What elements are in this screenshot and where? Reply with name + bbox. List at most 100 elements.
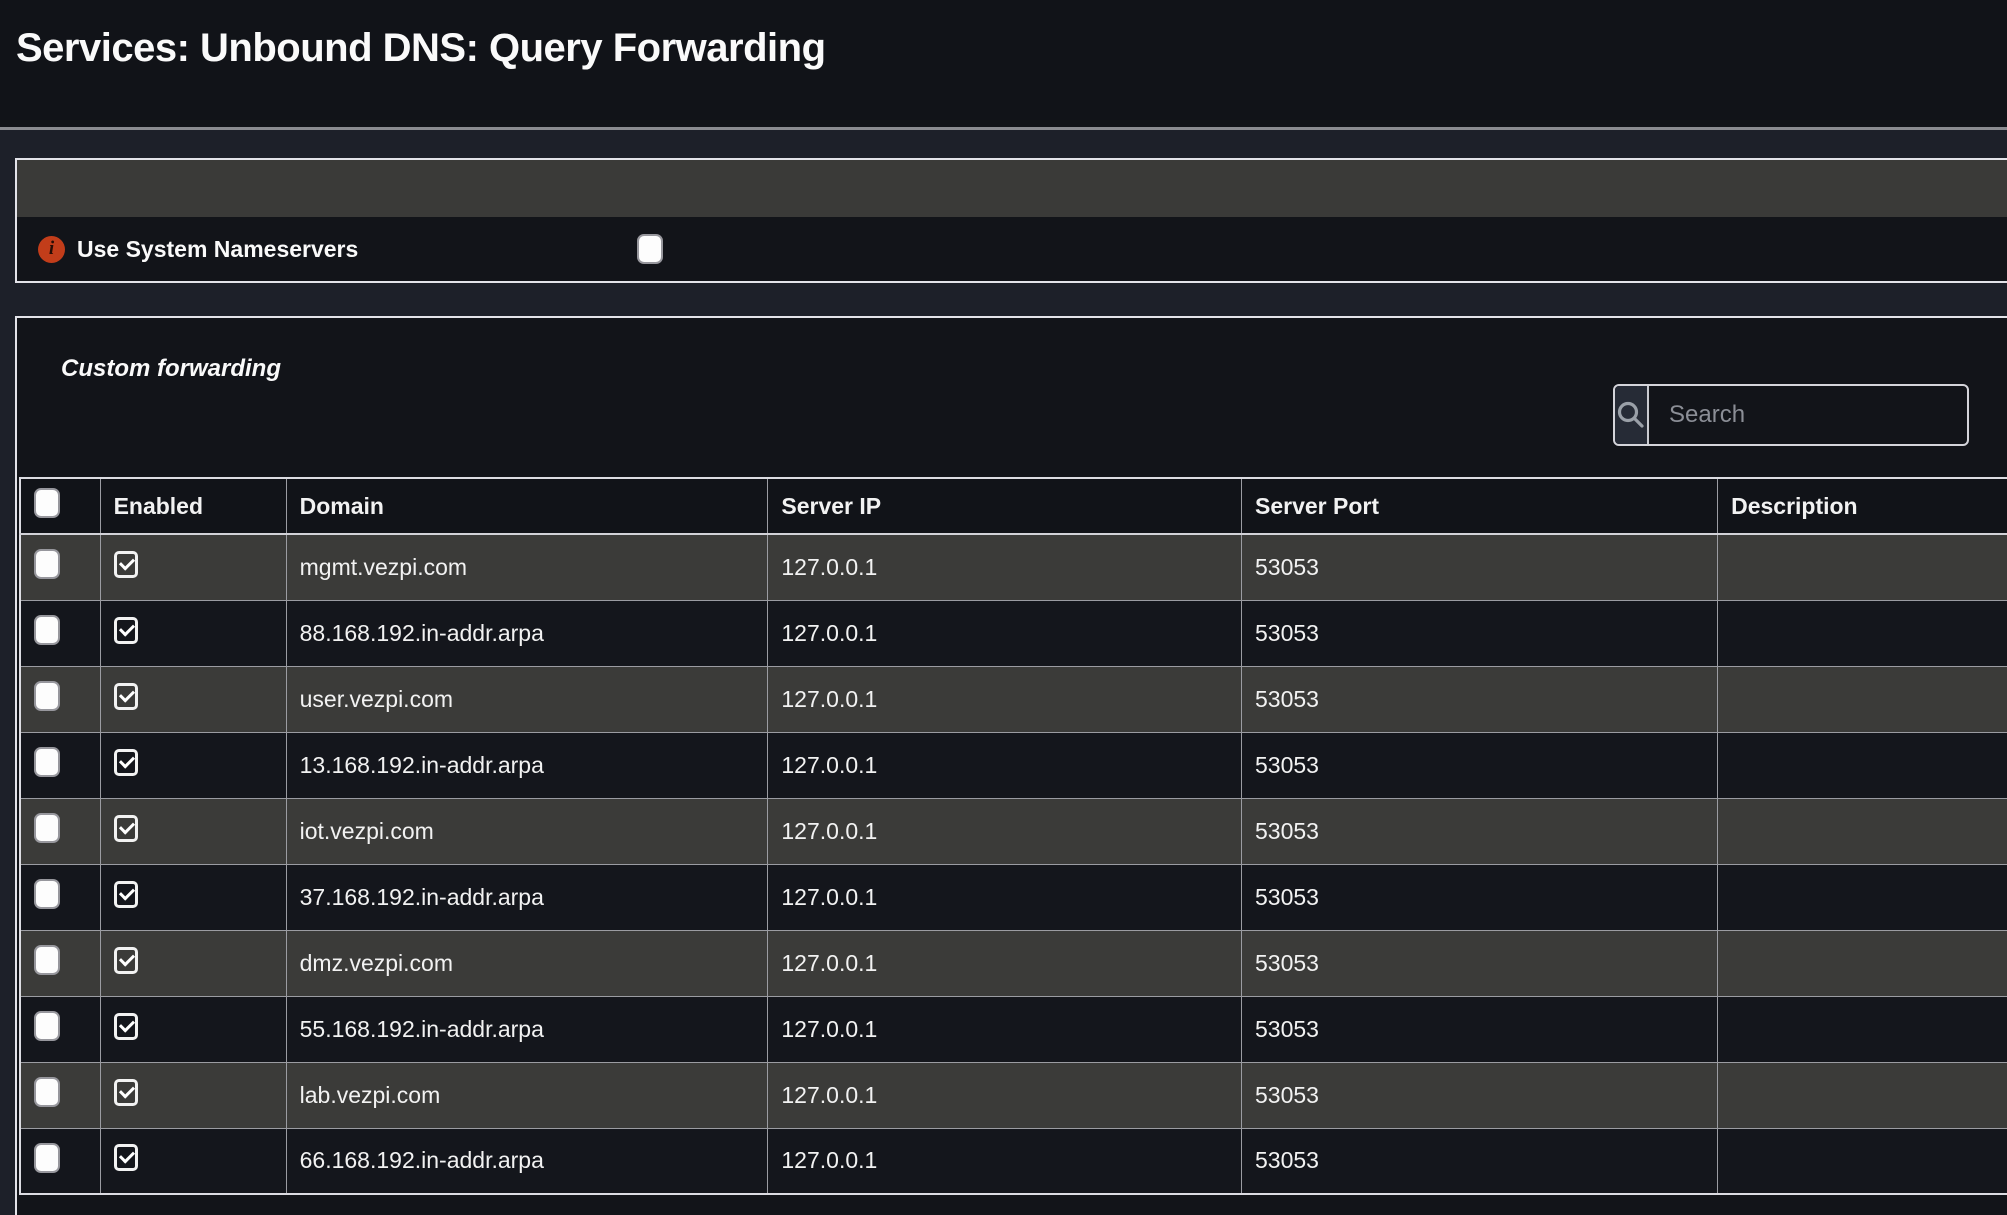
header-server-ip: Server IP [768,478,1242,534]
search-box [1613,384,1969,446]
header-server-port: Server Port [1241,478,1717,534]
row-select-checkbox[interactable] [34,615,60,645]
row-select-checkbox[interactable] [34,549,60,579]
row-select-cell [20,864,100,930]
server-ip-cell: 127.0.0.1 [768,1062,1242,1128]
server-ip-cell: 127.0.0.1 [768,1128,1242,1194]
table-row: 88.168.192.in-addr.arpa 127.0.0.1 53053 [20,600,2007,666]
domain-cell: 55.168.192.in-addr.arpa [286,996,768,1062]
row-select-cell [20,534,100,600]
table-header-row: Enabled Domain Server IP Server Port Des… [20,478,2007,534]
server-port-cell: 53053 [1241,864,1717,930]
row-select-checkbox[interactable] [34,945,60,975]
enabled-checkbox[interactable] [114,749,138,776]
description-cell [1718,798,2007,864]
table-row: 55.168.192.in-addr.arpa 127.0.0.1 53053 [20,996,2007,1062]
enabled-checkbox[interactable] [114,1144,138,1171]
enabled-checkbox[interactable] [114,617,138,644]
server-port-cell: 53053 [1241,798,1717,864]
description-cell [1718,1128,2007,1194]
nameservers-panel-header-strip [17,160,2007,217]
server-port-cell: 53053 [1241,666,1717,732]
row-select-checkbox[interactable] [34,1077,60,1107]
enabled-checkbox[interactable] [114,551,138,578]
table-row: mgmt.vezpi.com 127.0.0.1 53053 [20,534,2007,600]
description-cell [1718,534,2007,600]
description-cell [1718,666,2007,732]
select-all-header-cell [20,478,100,534]
server-ip-cell: 127.0.0.1 [768,798,1242,864]
enabled-cell [100,666,286,732]
row-select-cell [20,732,100,798]
enabled-cell [100,1062,286,1128]
domain-cell: 13.168.192.in-addr.arpa [286,732,768,798]
enabled-cell [100,600,286,666]
row-select-checkbox[interactable] [34,747,60,777]
enabled-cell [100,534,286,600]
server-port-cell: 53053 [1241,600,1717,666]
row-select-cell [20,930,100,996]
server-port-cell: 53053 [1241,996,1717,1062]
page-title: Services: Unbound DNS: Query Forwarding [0,0,2007,71]
server-port-cell: 53053 [1241,534,1717,600]
enabled-checkbox[interactable] [114,815,138,842]
enabled-checkbox[interactable] [114,947,138,974]
custom-forwarding-title: Custom forwarding [61,355,2007,383]
domain-cell: lab.vezpi.com [286,1062,768,1128]
description-cell [1718,864,2007,930]
row-select-cell [20,1062,100,1128]
server-ip-cell: 127.0.0.1 [768,534,1242,600]
enabled-cell [100,996,286,1062]
header-divider [0,127,2007,130]
server-ip-cell: 127.0.0.1 [768,732,1242,798]
use-system-nameservers-row: i Use System Nameservers [17,217,2007,281]
use-system-nameservers-checkbox[interactable] [637,234,663,264]
server-port-cell: 53053 [1241,732,1717,798]
enabled-cell [100,732,286,798]
search-icon [1615,399,1647,431]
domain-cell: 88.168.192.in-addr.arpa [286,600,768,666]
domain-cell: mgmt.vezpi.com [286,534,768,600]
server-ip-cell: 127.0.0.1 [768,930,1242,996]
table-row: 66.168.192.in-addr.arpa 127.0.0.1 53053 [20,1128,2007,1194]
row-select-cell [20,600,100,666]
select-all-checkbox[interactable] [34,488,60,518]
enabled-cell [100,864,286,930]
server-port-cell: 53053 [1241,1062,1717,1128]
server-port-cell: 53053 [1241,930,1717,996]
domain-cell: user.vezpi.com [286,666,768,732]
description-cell [1718,930,2007,996]
search-button[interactable] [1615,386,1649,444]
custom-forwarding-panel: Custom forwarding Enabled Domain Server … [15,316,2007,1215]
server-ip-cell: 127.0.0.1 [768,864,1242,930]
domain-cell: 37.168.192.in-addr.arpa [286,864,768,930]
enabled-checkbox[interactable] [114,1013,138,1040]
use-system-nameservers-label: Use System Nameservers [77,236,358,263]
server-ip-cell: 127.0.0.1 [768,600,1242,666]
row-select-cell [20,666,100,732]
row-select-checkbox[interactable] [34,813,60,843]
table-row: dmz.vezpi.com 127.0.0.1 53053 [20,930,2007,996]
row-select-checkbox[interactable] [34,1143,60,1173]
enabled-checkbox[interactable] [114,881,138,908]
info-icon: i [38,236,65,263]
enabled-checkbox[interactable] [114,1079,138,1106]
table-row: user.vezpi.com 127.0.0.1 53053 [20,666,2007,732]
row-select-checkbox[interactable] [34,1011,60,1041]
forwarding-table: Enabled Domain Server IP Server Port Des… [19,477,2007,1195]
table-row: 13.168.192.in-addr.arpa 127.0.0.1 53053 [20,732,2007,798]
row-select-cell [20,996,100,1062]
search-input[interactable] [1649,386,1969,444]
enabled-cell [100,930,286,996]
description-cell [1718,1062,2007,1128]
row-select-checkbox[interactable] [34,879,60,909]
row-select-checkbox[interactable] [34,681,60,711]
header-domain: Domain [286,478,768,534]
page-header: Services: Unbound DNS: Query Forwarding [0,0,2007,127]
nameservers-panel: i Use System Nameservers [15,158,2007,283]
enabled-checkbox[interactable] [114,683,138,710]
description-cell [1718,996,2007,1062]
header-description: Description [1718,478,2007,534]
description-cell [1718,600,2007,666]
server-ip-cell: 127.0.0.1 [768,996,1242,1062]
